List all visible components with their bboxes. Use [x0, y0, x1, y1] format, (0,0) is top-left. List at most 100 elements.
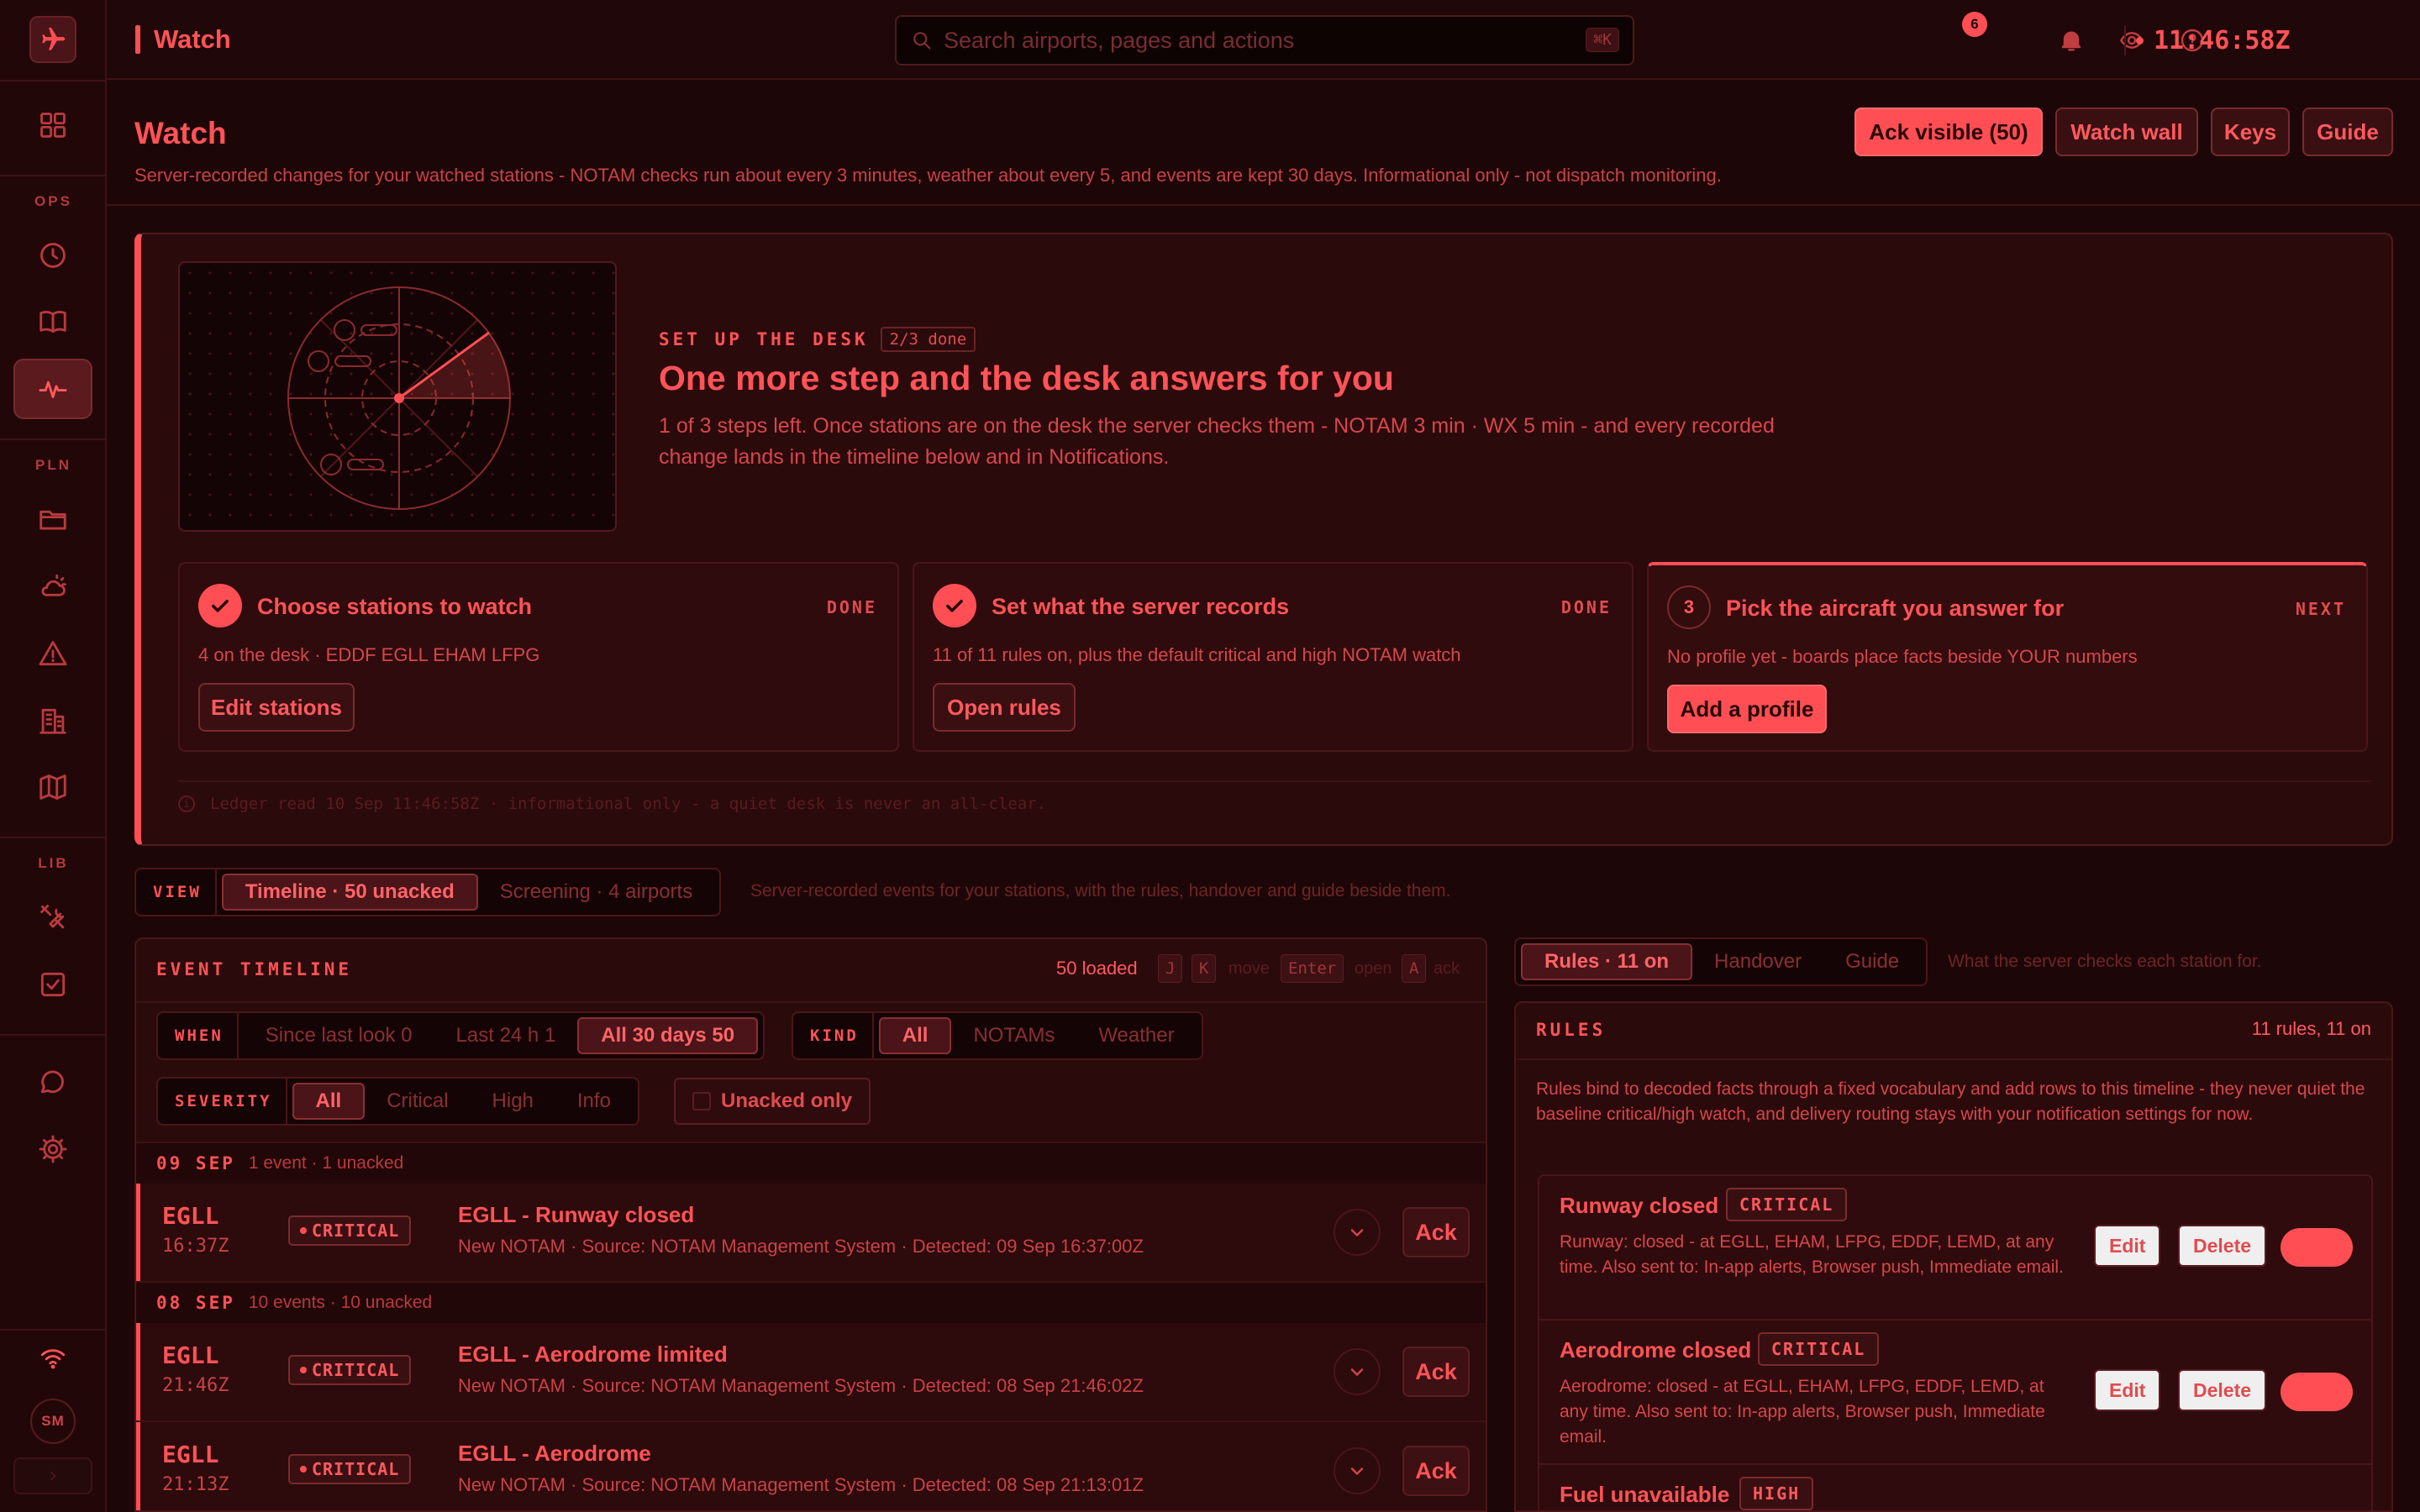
- search-input[interactable]: [944, 17, 1557, 64]
- rail-divider: [0, 80, 107, 81]
- watch-pulse-icon[interactable]: [13, 359, 92, 419]
- setup-step-aircraft: 3 Pick the aircraft you answer for NEXT …: [1647, 562, 2368, 752]
- guide-button[interactable]: Guide: [2302, 108, 2393, 156]
- severity-all[interactable]: All: [292, 1083, 366, 1120]
- unacked-only-checkbox[interactable]: Unacked only: [674, 1078, 871, 1125]
- tab-rules[interactable]: Rules · 11 on: [1521, 943, 1693, 980]
- event-station: EGLL: [162, 1341, 219, 1369]
- search-box[interactable]: ⌘K: [895, 15, 1634, 66]
- tab-guide[interactable]: Guide: [1823, 943, 1921, 980]
- topbar-title: Watch: [135, 22, 231, 57]
- event-time: 21:46Z: [162, 1375, 229, 1396]
- bell-notifications-icon[interactable]: [2051, 20, 2091, 60]
- day-count: 10 events · 10 unacked: [248, 1293, 433, 1312]
- day-count: 1 event · 1 unacked: [248, 1153, 404, 1173]
- radar-graphic: [287, 286, 511, 510]
- rule-name: Fuel unavailable: [1560, 1482, 1730, 1507]
- kind-all[interactable]: All: [878, 1017, 952, 1054]
- expand-chevron-down-icon[interactable]: [1334, 1447, 1381, 1494]
- topbar-separator: [2124, 25, 2126, 55]
- event-row[interactable]: EGLL 21:13Z CRITICAL EGLL - Aerodrome Ne…: [136, 1422, 1486, 1510]
- check-done-icon: [933, 584, 976, 627]
- ack-visible-button[interactable]: Ack visible (50): [1854, 108, 2043, 156]
- rule-item: Runway closed CRITICAL Runway: closed - …: [1539, 1176, 2371, 1320]
- ledger-note: i Ledger read 10 Sep 11:46:58Z · informa…: [178, 795, 1046, 813]
- kind-weather[interactable]: Weather: [1076, 1017, 1196, 1054]
- rule-name: Aerodrome closed: [1560, 1337, 1752, 1362]
- event-row[interactable]: EGLL 16:37Z CRITICAL EGLL - Runway close…: [136, 1184, 1486, 1281]
- folder-icon[interactable]: [13, 489, 92, 549]
- kind-notams[interactable]: NOTAMs: [951, 1017, 1076, 1054]
- severity-critical[interactable]: Critical: [365, 1083, 470, 1120]
- watch-wall-button[interactable]: Watch wall: [2055, 108, 2198, 156]
- timeline-divider: [136, 1001, 1486, 1003]
- expand-chevron-down-icon[interactable]: [1334, 1209, 1381, 1256]
- delete-rule-button[interactable]: Delete: [2178, 1369, 2267, 1411]
- event-title: EGLL - Aerodrome limited: [458, 1341, 728, 1367]
- delete-rule-button[interactable]: Delete: [2178, 1225, 2267, 1267]
- event-row[interactable]: EGLL 21:46Z CRITICAL EGLL - Aerodrome li…: [136, 1323, 1486, 1420]
- when-all-30-days[interactable]: All 30 days 50: [577, 1017, 759, 1054]
- key-ack-label: ack: [1434, 959, 1460, 978]
- expand-chevron-down-icon[interactable]: [1334, 1348, 1381, 1395]
- view-toggle: VIEW Timeline · 50 unacked Screening · 4…: [134, 868, 722, 916]
- view-hint: Server-recorded events for your stations…: [750, 881, 1451, 900]
- event-station: EGLL: [162, 1441, 219, 1468]
- rail-divider: [0, 1329, 107, 1331]
- map-icon[interactable]: [13, 757, 92, 817]
- rail-divider: [0, 175, 107, 176]
- edit-stations-button[interactable]: Edit stations: [198, 683, 355, 732]
- app-logo-plane-icon[interactable]: [29, 16, 76, 63]
- key-enter: Enter: [1281, 954, 1344, 983]
- user-avatar[interactable]: SM: [30, 1399, 76, 1444]
- edit-rule-button[interactable]: Edit: [2094, 1369, 2161, 1411]
- loaded-count: 50 loaded: [1056, 958, 1138, 979]
- tab-handover[interactable]: Handover: [1692, 943, 1823, 980]
- ack-button[interactable]: Ack: [1402, 1347, 1470, 1397]
- severity-badge: CRITICAL: [288, 1215, 412, 1246]
- expand-rail-chevron-icon[interactable]: [13, 1457, 92, 1494]
- warning-triangle-icon[interactable]: [13, 623, 92, 684]
- notification-count-badge: 6: [1962, 12, 1987, 37]
- event-time: 21:13Z: [162, 1474, 229, 1495]
- step-description: No profile yet - boards place facts besi…: [1667, 646, 2138, 667]
- view-screening-tab[interactable]: Screening · 4 airports: [478, 874, 714, 911]
- weather-cloud-sun-icon[interactable]: [13, 556, 92, 617]
- search-icon: [910, 29, 934, 52]
- severity-info[interactable]: Info: [555, 1083, 633, 1120]
- rule-item: Aerodrome closed CRITICAL Aerodrome: clo…: [1539, 1320, 2371, 1465]
- setup-progress-chip: 2/3 done: [880, 327, 976, 352]
- open-rules-button[interactable]: Open rules: [933, 683, 1076, 732]
- setup-desk-panel: SET UP THE DESK 2/3 done One more step a…: [134, 233, 2393, 846]
- rule-enabled-toggle[interactable]: [2281, 1228, 2353, 1267]
- rules-description: Rules bind to decoded facts through a fi…: [1536, 1079, 2365, 1124]
- edit-rule-button[interactable]: Edit: [2094, 1225, 2161, 1267]
- setup-divider: [178, 780, 2371, 782]
- checklist-icon[interactable]: [13, 954, 92, 1015]
- book-icon[interactable]: [13, 291, 92, 352]
- ack-button[interactable]: Ack: [1402, 1207, 1470, 1257]
- rule-enabled-toggle[interactable]: [2281, 1373, 2353, 1411]
- severity-badge: CRITICAL: [288, 1355, 412, 1385]
- tools-icon[interactable]: [13, 887, 92, 948]
- rail-section-lib: LIB: [38, 855, 69, 871]
- view-timeline-tab[interactable]: Timeline · 50 unacked: [221, 874, 478, 911]
- step-title: Pick the aircraft you answer for: [1726, 596, 2065, 621]
- building-icon[interactable]: [13, 690, 92, 751]
- when-since-last-look[interactable]: Since last look 0: [244, 1017, 434, 1054]
- step-status: NEXT: [2295, 599, 2346, 619]
- keys-button[interactable]: Keys: [2211, 108, 2290, 156]
- key-open-label: open: [1355, 959, 1392, 978]
- clock-icon[interactable]: [13, 225, 92, 286]
- step-title: Choose stations to watch: [257, 594, 533, 619]
- nav-rail: OPS PLN LIB SM: [0, 0, 107, 1512]
- dashboard-grid-icon[interactable]: [13, 95, 92, 155]
- ack-button[interactable]: Ack: [1402, 1446, 1470, 1496]
- severity-high[interactable]: High: [471, 1083, 555, 1120]
- add-profile-button[interactable]: Add a profile: [1667, 685, 1827, 733]
- when-last-24h[interactable]: Last 24 h 1: [434, 1017, 578, 1054]
- settings-gear-icon[interactable]: [13, 1119, 92, 1179]
- key-j: J: [1158, 954, 1183, 983]
- chat-icon[interactable]: [13, 1052, 92, 1112]
- view-label: VIEW: [141, 869, 217, 915]
